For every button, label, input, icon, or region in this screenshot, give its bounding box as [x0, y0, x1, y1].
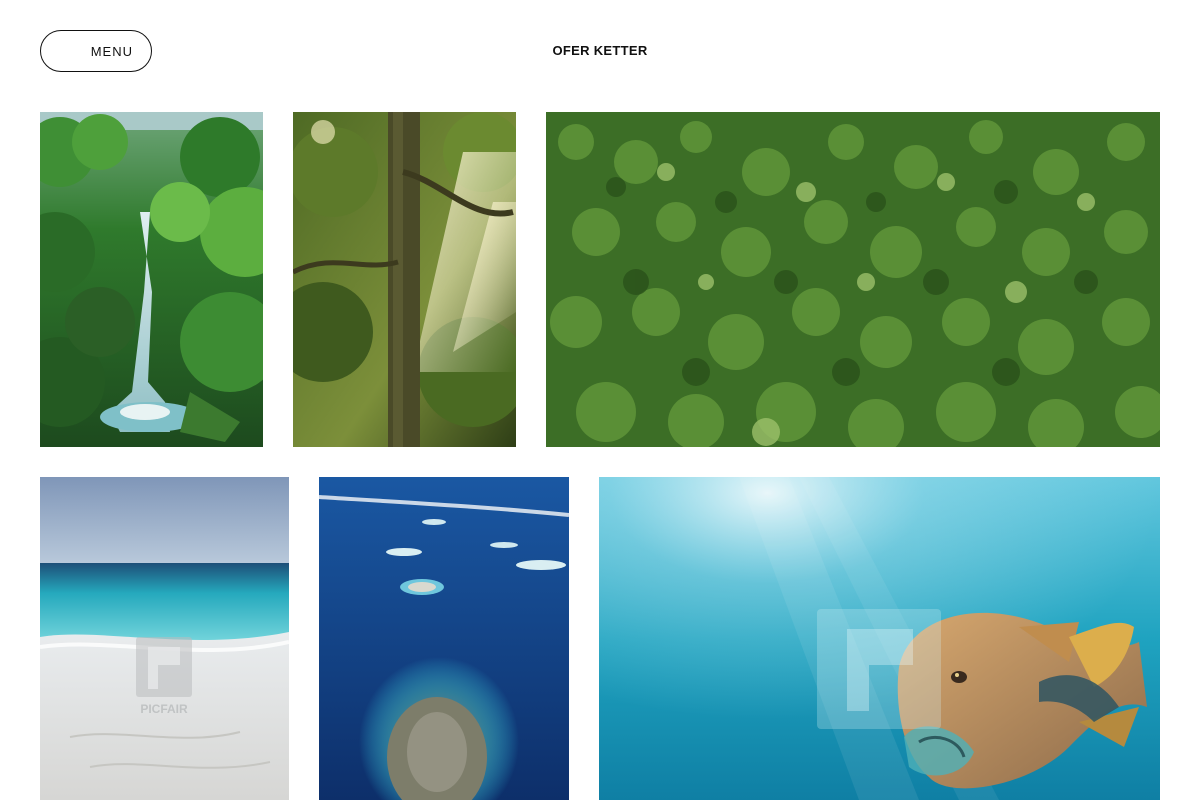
- gallery-image-atolls[interactable]: [319, 477, 569, 800]
- picfair-watermark-text: PICFAIR: [140, 702, 188, 716]
- rainforest-canopy-photo: [546, 112, 1160, 447]
- site-header: MENU OFER KETTER: [0, 0, 1200, 100]
- picfair-watermark-icon-large: [817, 609, 941, 739]
- gallery-image-jungle-tree[interactable]: [293, 112, 516, 447]
- gallery-image-wrasse[interactable]: [599, 477, 1160, 800]
- gallery-image-rainforest-canopy[interactable]: [546, 112, 1160, 447]
- atolls-photo: [319, 477, 569, 800]
- site-title[interactable]: OFER KETTER: [0, 43, 1200, 58]
- gallery-image-waterfall[interactable]: [40, 112, 263, 447]
- gallery-image-beach[interactable]: PICFAIR: [40, 477, 289, 800]
- waterfall-photo: [40, 112, 263, 447]
- picfair-watermark-icon: PICFAIR: [136, 637, 192, 717]
- jungle-tree-photo: [293, 112, 516, 447]
